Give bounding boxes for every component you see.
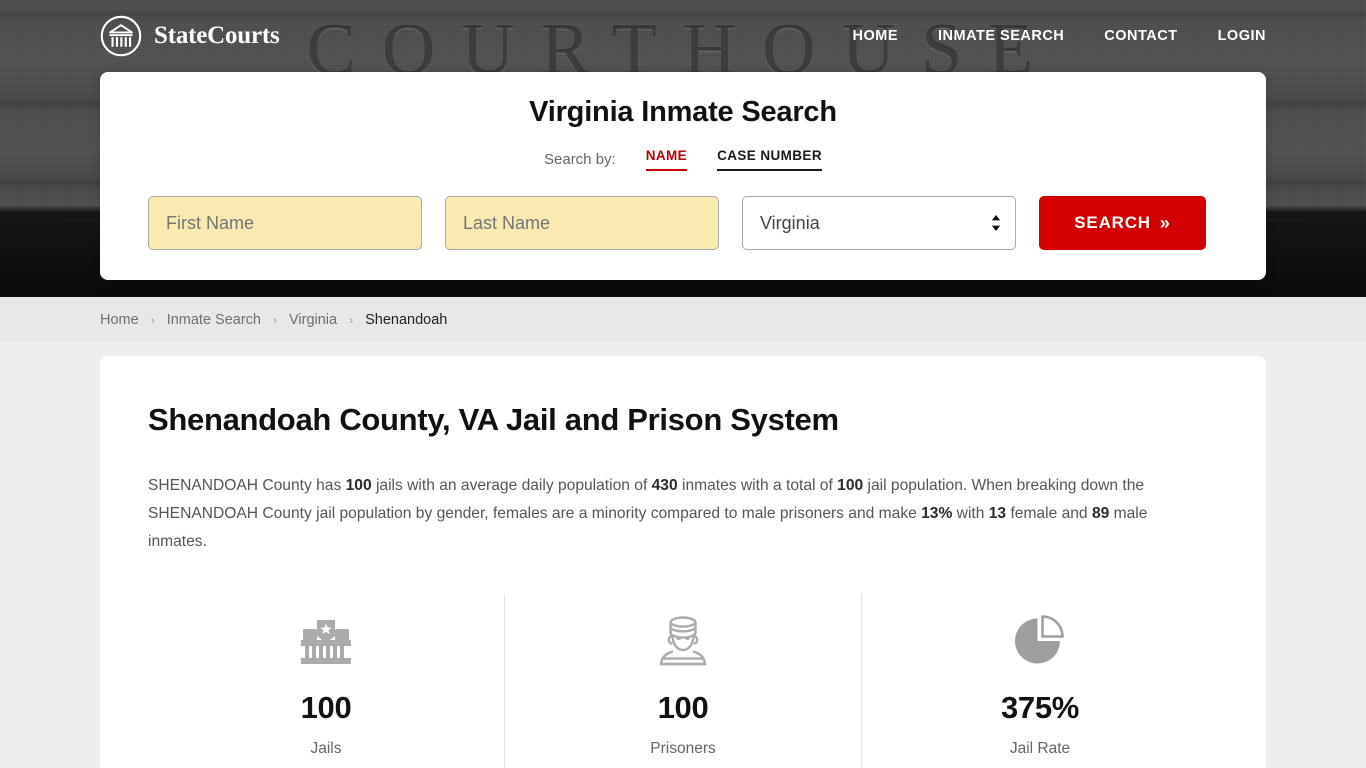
stat-prisoners-value: 100: [657, 690, 709, 725]
tab-search-by-name[interactable]: NAME: [645, 148, 688, 171]
intro-text-3: inmates with a total of: [677, 477, 838, 494]
courthouse-circle-icon: [100, 15, 142, 57]
hero-banner: COURTHOUSE StateCourts HOME INMATE SEARC…: [0, 0, 1366, 297]
intro-female-count: 13: [988, 505, 1007, 522]
chevron-right-icon: ›: [349, 312, 354, 327]
main-nav: HOME INMATE SEARCH CONTACT LOGIN: [853, 28, 1267, 44]
double-chevron-right-icon: »: [1159, 212, 1171, 233]
first-name-input[interactable]: [148, 196, 422, 250]
intro-male-count: 89: [1091, 505, 1110, 522]
stat-jails: 100 Jails: [148, 594, 504, 768]
tab-search-by-case-number[interactable]: CASE NUMBER: [717, 148, 822, 171]
nav-item-inmate-search[interactable]: INMATE SEARCH: [938, 28, 1064, 44]
prisoner-icon: [505, 610, 861, 672]
brand-name: StateCourts: [154, 22, 280, 49]
intro-text-2: jails with an average daily population o…: [371, 477, 652, 494]
top-navigation-bar: StateCourts HOME INMATE SEARCH CONTACT L…: [0, 0, 1366, 72]
pie-chart-icon: [862, 610, 1218, 672]
search-form: Virginia SEARCH »: [148, 196, 1218, 250]
search-by-row: Search by: NAME CASE NUMBER: [148, 148, 1218, 171]
state-select-wrapper: Virginia: [742, 196, 1016, 250]
nav-item-contact[interactable]: CONTACT: [1104, 28, 1177, 44]
stat-jail-rate-label: Jail Rate: [1009, 740, 1071, 757]
breadcrumb-item-inmate-search[interactable]: Inmate Search: [167, 312, 261, 328]
stat-jails-value: 100: [300, 690, 352, 725]
breadcrumb-item-shenandoah: Shenandoah: [365, 311, 448, 328]
nav-item-home[interactable]: HOME: [853, 28, 899, 44]
brand-logo-link[interactable]: StateCourts: [100, 15, 280, 57]
stats-row: 100 Jails 100 Prisoners 375% Jail Rate: [148, 594, 1218, 768]
stat-prisoners-label: Prisoners: [650, 740, 716, 757]
inmate-search-card: Virginia Inmate Search Search by: NAME C…: [100, 72, 1266, 280]
intro-jails-count: 100: [345, 477, 372, 494]
chevron-right-icon: ›: [273, 312, 277, 327]
jail-building-icon: [148, 610, 504, 672]
stat-jail-rate-value: 375%: [1000, 690, 1080, 725]
intro-text-6: female and: [1006, 505, 1092, 522]
stat-jail-rate: 375% Jail Rate: [861, 594, 1218, 768]
state-select[interactable]: Virginia: [742, 196, 1016, 250]
breadcrumb-item-virginia[interactable]: Virginia: [289, 312, 337, 328]
intro-text-1: SHENANDOAH County has: [148, 477, 346, 494]
search-submit-button[interactable]: SEARCH »: [1039, 196, 1206, 250]
search-by-label: Search by:: [544, 151, 616, 168]
page-title: Shenandoah County, VA Jail and Prison Sy…: [148, 402, 839, 437]
intro-daily-population: 430: [651, 477, 678, 494]
breadcrumb: Home › Inmate Search › Virginia › Shenan…: [0, 297, 1366, 342]
search-card-title: Virginia Inmate Search: [529, 96, 837, 128]
stat-jails-label: Jails: [310, 740, 342, 757]
nav-item-login[interactable]: LOGIN: [1218, 28, 1266, 44]
last-name-input[interactable]: [445, 196, 719, 250]
search-button-label: SEARCH: [1074, 213, 1151, 232]
intro-total-population: 100: [837, 477, 864, 494]
county-content-card: Shenandoah County, VA Jail and Prison Sy…: [100, 356, 1266, 768]
county-summary-paragraph: SHENANDOAH County has 100 jails with an …: [148, 472, 1196, 556]
stat-prisoners: 100 Prisoners: [504, 594, 861, 768]
intro-female-percent: 13%: [921, 505, 953, 522]
intro-text-5: with: [952, 505, 989, 522]
breadcrumb-item-home[interactable]: Home: [100, 312, 139, 328]
chevron-right-icon: ›: [150, 312, 155, 327]
